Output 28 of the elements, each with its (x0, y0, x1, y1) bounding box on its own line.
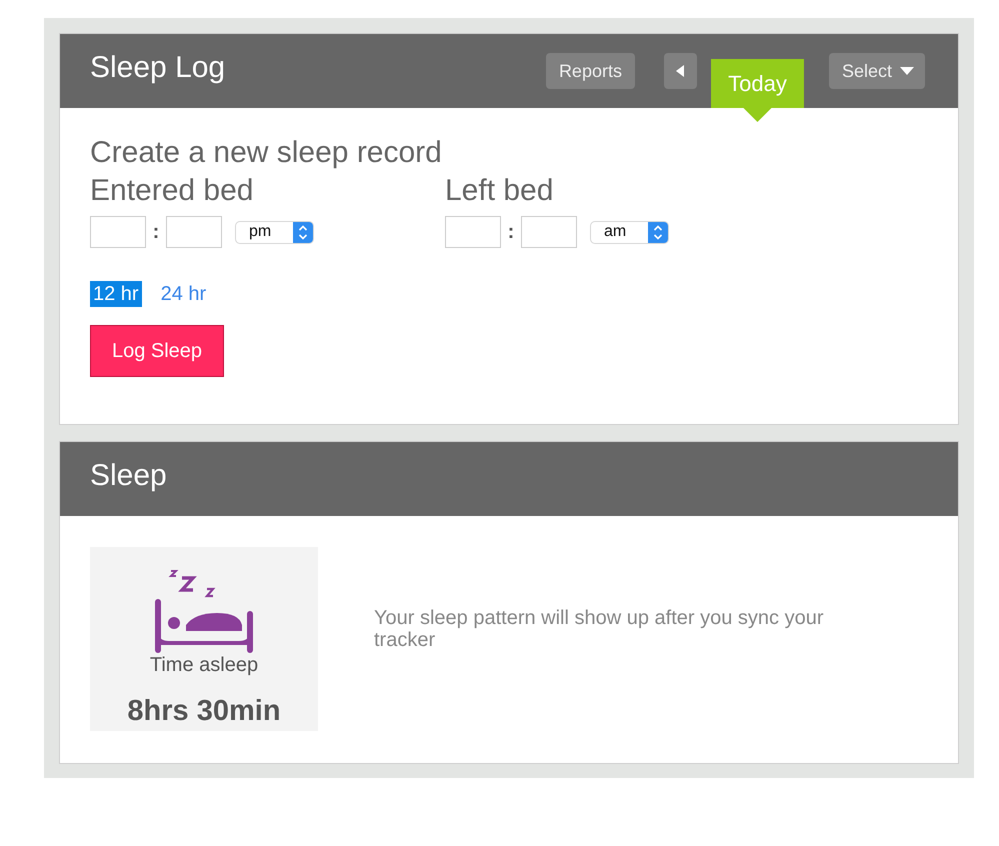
panel-title: Sleep Log (90, 50, 226, 86)
period-select[interactable]: am (590, 220, 669, 244)
previous-button[interactable] (664, 53, 697, 89)
period-select[interactable]: pm (235, 220, 314, 244)
panel-title: Sleep (90, 458, 167, 494)
log-sleep-button[interactable]: Log Sleep (90, 325, 224, 377)
summary-value: 8hrs 30min (127, 694, 281, 728)
time-label: Left bed (445, 173, 554, 209)
caret-down-icon (900, 67, 914, 75)
hour-field[interactable] (445, 216, 501, 248)
select-dropdown[interactable]: Select (828, 53, 925, 89)
summary-label: Time asleep (150, 653, 258, 677)
sync-message: Your sleep pattern will show up after you sync your tracker (374, 607, 825, 651)
time-separator: : (152, 220, 160, 244)
minute-field[interactable] (166, 216, 222, 248)
hour-field[interactable] (90, 216, 146, 248)
sleeping-bed-icon (155, 569, 253, 653)
time-format-toggle[interactable]: 24 hr (158, 281, 210, 307)
minute-field[interactable] (521, 216, 577, 248)
up-down-chevron-icon (293, 222, 313, 242)
time-label: Entered bed (90, 173, 254, 209)
time-format-toggle[interactable]: 12 hr (90, 281, 142, 307)
up-down-chevron-icon (648, 222, 668, 242)
today-tab[interactable]: Today (710, 59, 804, 122)
left-triangle-icon (676, 65, 684, 77)
reports-button[interactable]: Reports (546, 53, 635, 89)
time-separator: : (506, 220, 516, 244)
form-heading: Create a new sleep record (90, 135, 443, 171)
